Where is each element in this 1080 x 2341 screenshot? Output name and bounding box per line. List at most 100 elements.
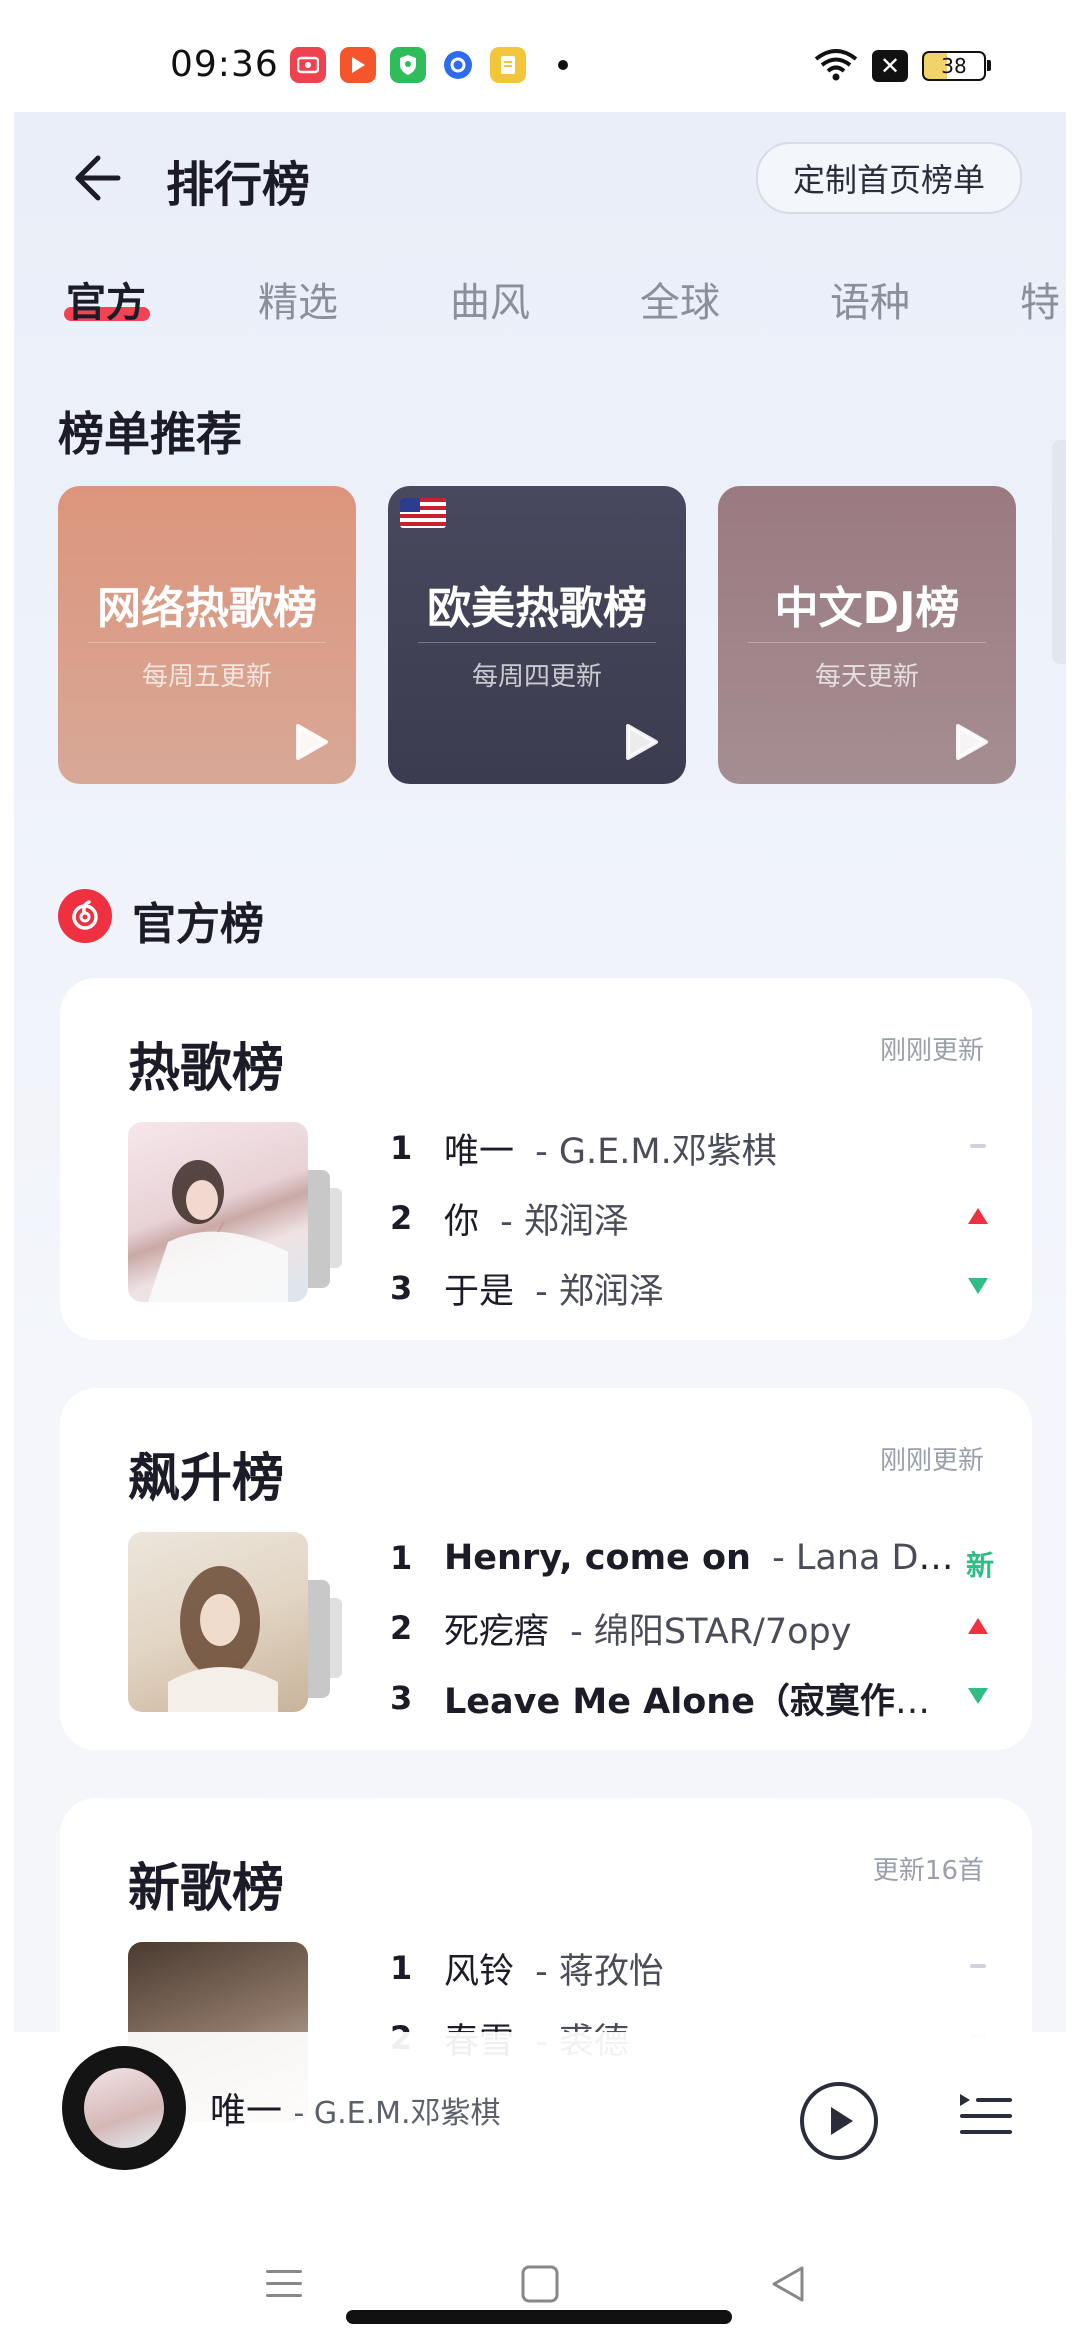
status-bar: 09:36 ✕ 38	[14, 0, 1066, 112]
song-artist: - 郑润泽	[500, 1201, 629, 1242]
play-icon[interactable]	[948, 720, 992, 764]
trend-down-icon	[966, 1274, 990, 1298]
back-arrow-icon[interactable]	[64, 148, 124, 208]
trend-up-icon	[966, 1204, 990, 1228]
play-icon[interactable]	[288, 720, 332, 764]
recommend-card-western-hot[interactable]: 欧美热歌榜 每周四更新	[388, 486, 686, 784]
recommend-card-subtitle: 每周四更新	[471, 662, 602, 692]
chart-title: 飙升榜	[128, 1449, 285, 1509]
table-row[interactable]: 1 唯一 - G.E.M.邓紫棋	[390, 1118, 990, 1178]
home-square-icon[interactable]	[518, 2262, 562, 2306]
now-playing-artist: - G.E.M.邓紫棋	[293, 2096, 501, 2131]
trend-new-badge: 新	[966, 1549, 995, 1582]
chart-cover-image[interactable]	[128, 1122, 308, 1302]
mini-player[interactable]: 唯一 - G.E.M.邓紫棋	[14, 2032, 1066, 2212]
tab-featured[interactable]: 精选	[258, 270, 338, 328]
song-title: 风铃	[444, 1951, 515, 1992]
chart-card-rising[interactable]: 飙升榜 刚刚更新 1 Henry, come on - Lana Del ...…	[60, 1388, 1032, 1750]
customize-homepage-charts-button[interactable]: 定制首页榜单	[756, 142, 1022, 214]
system-navigation-bar	[14, 2212, 1066, 2341]
recommend-heading: 榜单推荐	[58, 407, 242, 461]
trend-down-icon	[966, 1684, 990, 1708]
recommend-card-subtitle: 每周五更新	[141, 662, 272, 692]
song-artist: - Lana Del ...	[772, 1538, 964, 1578]
notes-app-icon	[490, 47, 526, 83]
playlist-icon[interactable]	[956, 2086, 1016, 2146]
song-rank: 3	[390, 1269, 413, 1307]
play-button[interactable]	[798, 2080, 880, 2162]
table-row[interactable]: 2 死疙瘩 - 绵阳STAR/7opy	[390, 1598, 990, 1658]
table-row[interactable]: 2 你 - 郑润泽	[390, 1188, 990, 1248]
song-title: 你	[444, 1201, 480, 1242]
official-charts-heading: 官方榜	[132, 899, 264, 950]
now-playing-title: 唯一	[210, 2091, 283, 2132]
home-indicator[interactable]	[346, 2310, 732, 2324]
trend-up-icon	[966, 1614, 990, 1638]
table-row[interactable]: 3 Leave Me Alone（寂寞作伴...	[390, 1668, 990, 1728]
song-artist: - G.E.M.邓紫棋	[535, 1131, 777, 1172]
song-rank: 1	[390, 1129, 413, 1167]
netease-logo-icon	[58, 889, 112, 943]
song-title: 死疙瘩	[444, 1611, 550, 1652]
recommend-card-title: 网络热歌榜	[97, 583, 317, 634]
song-title: 唯一	[444, 1131, 515, 1172]
cover-stack	[308, 1580, 330, 1698]
song-rank: 3	[390, 1679, 413, 1717]
screen-recorder-icon	[290, 47, 326, 83]
now-playing-disc[interactable]	[62, 2046, 186, 2170]
trend-flat-icon	[966, 1954, 990, 1978]
back-triangle-icon[interactable]	[766, 2262, 810, 2306]
screen: 09:36 ✕ 38 排行榜 定制首页榜单 官方 精选 曲风 全球 语种 特 榜…	[14, 0, 1066, 2341]
chart-cover-image[interactable]	[128, 1532, 308, 1712]
tab-official[interactable]: 官方	[66, 270, 146, 328]
status-time: 09:36	[170, 44, 279, 85]
notification-icons	[290, 47, 568, 83]
table-row[interactable]: 1 风铃 - 蒋孜怡	[390, 1938, 990, 1998]
menu-icon[interactable]	[262, 2262, 306, 2306]
divider	[88, 642, 326, 643]
cover-stack	[330, 1598, 342, 1678]
recommend-card-chinese-dj[interactable]: 中文DJ榜 每天更新	[718, 486, 1016, 784]
chart-title: 新歌榜	[128, 1859, 285, 1919]
now-playing-cover	[84, 2068, 164, 2148]
song-artist: - 绵阳STAR/7opy	[570, 1611, 852, 1652]
trend-flat-icon	[966, 1134, 990, 1158]
side-drawer-handle[interactable]	[1052, 440, 1066, 664]
recommend-card-network-hot[interactable]: 网络热歌榜 每周五更新	[58, 486, 356, 784]
table-row[interactable]: 3 于是 - 郑润泽	[390, 1258, 990, 1318]
recommend-card-title: 欧美热歌榜	[427, 583, 647, 634]
song-title: Henry, come on	[444, 1538, 751, 1578]
wifi-icon	[814, 47, 858, 85]
battery-icon: 38	[922, 51, 991, 81]
recommend-card-title: 中文DJ榜	[774, 583, 960, 634]
chart-title: 热歌榜	[128, 1039, 285, 1099]
tab-genre[interactable]: 曲风	[450, 270, 530, 328]
tab-global[interactable]: 全球	[640, 270, 720, 328]
close-box-icon: ✕	[872, 50, 908, 82]
tab-language[interactable]: 语种	[830, 270, 910, 328]
song-rank: 2	[390, 1199, 413, 1237]
security-app-icon	[390, 47, 426, 83]
recommend-card-subtitle: 每天更新	[814, 662, 919, 692]
now-playing-info[interactable]: 唯一 - G.E.M.邓紫棋	[210, 2082, 501, 2134]
battery-level: 38	[941, 54, 967, 78]
song-title: 于是	[444, 1271, 515, 1312]
browser-app-icon	[440, 47, 476, 83]
chart-card-hot-songs[interactable]: 热歌榜 刚刚更新 1 唯一 - G.E.M.邓紫棋 2 你 - 郑润泽 3 于是…	[60, 978, 1032, 1340]
divider	[748, 642, 986, 643]
tab-special[interactable]: 特	[1020, 270, 1060, 328]
song-rank: 2	[390, 1609, 413, 1647]
chart-update-status: 更新16首	[872, 1856, 984, 1886]
video-app-icon	[340, 47, 376, 83]
cover-stack	[308, 1170, 330, 1288]
song-title: Leave Me Alone（寂寞作伴...	[444, 1681, 964, 1722]
song-artist: - 郑润泽	[535, 1271, 664, 1312]
play-icon[interactable]	[618, 720, 662, 764]
more-notifications-dot	[558, 60, 568, 70]
song-rank: 1	[390, 1949, 413, 1987]
table-row[interactable]: 1 Henry, come on - Lana Del ... 新	[390, 1528, 995, 1588]
us-flag-icon	[400, 498, 446, 528]
divider	[418, 642, 656, 643]
chart-update-status: 刚刚更新	[879, 1036, 984, 1066]
cover-stack	[330, 1188, 342, 1268]
